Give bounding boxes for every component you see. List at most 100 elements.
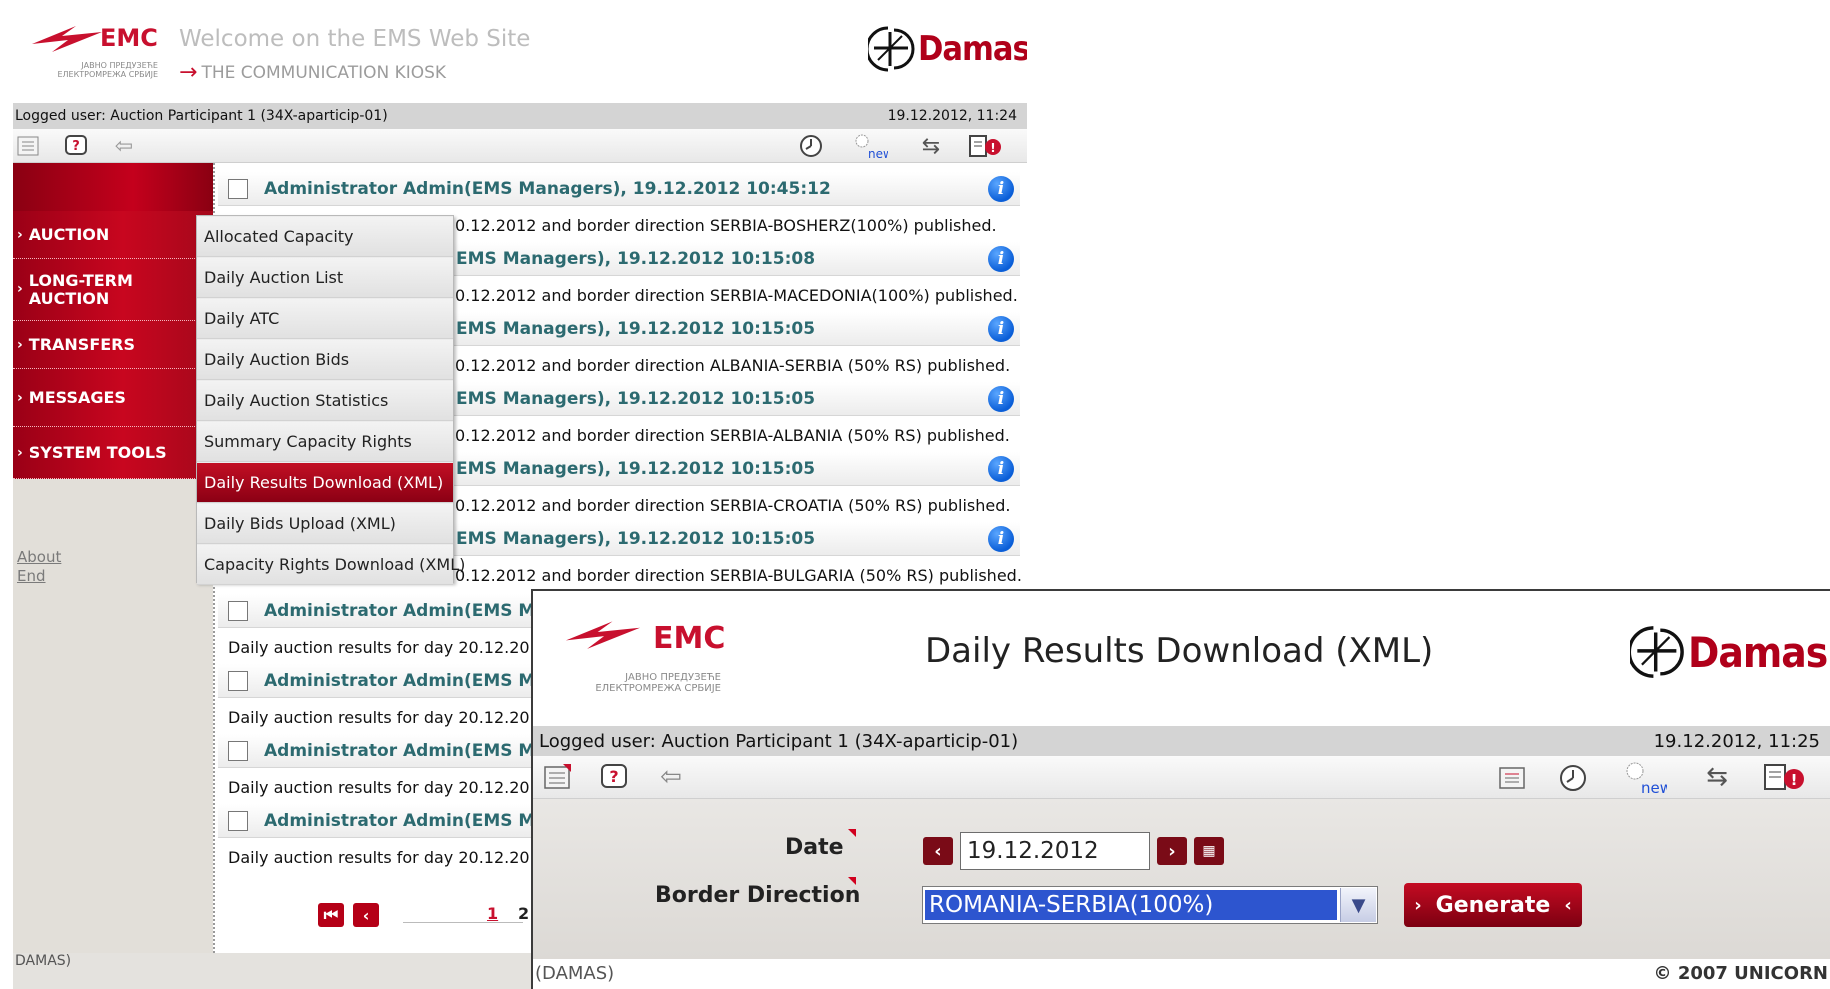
border-direction-selected: ROMANIA-SERBIA(100%) bbox=[925, 890, 1337, 920]
message-header[interactable]: Administrator Admin(EMS Managers), 19.12… bbox=[218, 172, 1020, 206]
message-checkbox[interactable] bbox=[228, 600, 248, 621]
transfer-icon[interactable]: ⇆ bbox=[1699, 762, 1735, 792]
sidebar-item-label: SYSTEM TOOLS bbox=[28, 443, 167, 462]
sidebar-item-messages[interactable]: › MESSAGES bbox=[13, 369, 213, 427]
info-icon[interactable]: i bbox=[988, 316, 1014, 342]
info-icon[interactable]: i bbox=[988, 246, 1014, 272]
message-checkbox[interactable] bbox=[228, 810, 248, 831]
chevron-right-icon: › bbox=[17, 444, 23, 461]
next-date-button[interactable]: › bbox=[1157, 837, 1187, 865]
welcome-title: Welcome on the EMS Web Site bbox=[179, 26, 531, 52]
lightning-icon bbox=[32, 26, 102, 52]
alert-document-icon[interactable]: ! bbox=[1761, 760, 1811, 796]
svg-text:new: new bbox=[868, 147, 888, 161]
page-title: Daily Results Download (XML) bbox=[925, 631, 1434, 671]
sidebar-item-long-term-auction[interactable]: › LONG-TERM AUCTION bbox=[13, 259, 213, 321]
chevron-down-icon[interactable]: ▼ bbox=[1340, 888, 1376, 922]
message-author: EMS Managers), 19.12.2012 10:15:05 bbox=[456, 458, 816, 479]
prev-page-button[interactable]: ‹ bbox=[353, 903, 379, 927]
damas-emblem-icon bbox=[1630, 626, 1684, 678]
svg-text:?: ? bbox=[609, 767, 618, 786]
message-body: 0.12.2012 and border direction SERBIA-BU… bbox=[455, 566, 1022, 585]
chevron-right-icon: › bbox=[17, 280, 23, 297]
emc-subtitle-line2: ЕЛЕКТРОМРЕЖА СРБИЈЕ bbox=[595, 683, 721, 694]
footer-left-text: (DAMAS) bbox=[535, 963, 615, 984]
menu-item-daily-results-download[interactable]: Daily Results Download (XML) bbox=[197, 463, 453, 503]
damas-brand-name: Damas bbox=[918, 29, 1027, 69]
sidebar: › AUCTION › LONG-TERM AUCTION › TRANSFERS ›… bbox=[13, 163, 213, 963]
sidebar-header bbox=[13, 163, 213, 211]
sidebar-item-label: MESSAGES bbox=[28, 388, 126, 407]
sidebar-item-transfers[interactable]: › TRANSFERS bbox=[13, 321, 213, 369]
emc-logo bbox=[561, 615, 645, 655]
message-body: 0.12.2012 and border direction SERBIA-CR… bbox=[455, 496, 1011, 515]
svg-text:!: ! bbox=[1791, 771, 1798, 789]
message-body: Daily auction results for day 20.12.2012 bbox=[228, 848, 550, 867]
page-1-link[interactable]: 1 bbox=[487, 904, 498, 923]
alert-document-icon[interactable]: ! bbox=[966, 132, 1006, 160]
clock-icon[interactable] bbox=[797, 133, 825, 159]
message-author: Administrator Admin(EMS Mar bbox=[264, 810, 556, 831]
required-marker bbox=[848, 829, 856, 837]
generate-label: Generate bbox=[1435, 892, 1551, 918]
required-marker bbox=[848, 877, 856, 885]
sidebar-item-auction[interactable]: › AUCTION bbox=[13, 211, 213, 259]
back-arrow-icon[interactable]: ⇦ bbox=[109, 134, 139, 159]
info-icon[interactable]: i bbox=[988, 386, 1014, 412]
damas-emblem-icon bbox=[868, 26, 915, 72]
emc-brand-name: EMC bbox=[100, 24, 158, 52]
message-body: 0.12.2012 and border direction SERBIA-AL… bbox=[455, 426, 1010, 445]
chevron-left-icon: ‹ bbox=[1564, 894, 1572, 916]
arrow-right-icon: → bbox=[179, 60, 198, 85]
sidebar-item-label: AUCTION bbox=[28, 225, 110, 244]
menu-item-daily-auction-statistics[interactable]: Daily Auction Statistics bbox=[197, 381, 453, 421]
about-link[interactable]: About bbox=[17, 548, 61, 566]
transfer-icon[interactable]: ⇆ bbox=[916, 134, 946, 159]
info-icon[interactable]: i bbox=[988, 456, 1014, 482]
list-icon[interactable] bbox=[15, 134, 41, 158]
sidebar-item-system-tools[interactable]: › SYSTEM TOOLS bbox=[13, 427, 213, 479]
download-window: EMC ЈАВНО ПРЕДУЗЕЋЕ ЕЛЕКТРОМРЕЖА СРБИЈЕ … bbox=[531, 589, 1830, 989]
menu-item-daily-bids-upload[interactable]: Daily Bids Upload (XML) bbox=[197, 504, 453, 544]
menu-item-capacity-rights-download[interactable]: Capacity Rights Download (XML) bbox=[197, 545, 465, 585]
info-icon[interactable]: i bbox=[988, 526, 1014, 552]
emc-subtitle-line2: ЕЛЕКТРОМРЕЖА СРБИЈЕ bbox=[57, 69, 158, 79]
menu-item-allocated-capacity[interactable]: Allocated Capacity bbox=[197, 217, 453, 257]
emc-brand-name: EMC bbox=[653, 621, 726, 656]
border-direction-select[interactable]: ROMANIA-SERBIA(100%) ▼ bbox=[922, 886, 1378, 924]
svg-text:new: new bbox=[1641, 779, 1667, 797]
message-author: Administrator Admin(EMS Mar bbox=[264, 600, 556, 621]
message-checkbox[interactable] bbox=[228, 670, 248, 691]
menu-item-daily-auction-list[interactable]: Daily Auction List bbox=[197, 258, 453, 298]
logged-user-text: Logged user: Auction Participant 1 (34X-… bbox=[539, 730, 1019, 752]
date-input[interactable]: 19.12.2012 bbox=[960, 832, 1150, 870]
menu-item-daily-auction-bids[interactable]: Daily Auction Bids bbox=[197, 340, 453, 380]
message-author: Administrator Admin(EMS Managers), 19.12… bbox=[264, 178, 831, 199]
calendar-icon[interactable]: ▦ bbox=[1194, 837, 1224, 865]
new-messages-icon[interactable]: new bbox=[848, 131, 888, 161]
menu-item-daily-atc[interactable]: Daily ATC bbox=[197, 299, 453, 339]
first-page-button[interactable]: ⏮ bbox=[318, 903, 344, 927]
list-icon[interactable] bbox=[541, 762, 573, 792]
help-icon[interactable]: ? bbox=[63, 133, 89, 159]
info-icon[interactable]: i bbox=[988, 176, 1014, 202]
sidebar-item-label: LONG-TERM AUCTION bbox=[28, 270, 133, 308]
page-2-link[interactable]: 2 bbox=[518, 904, 529, 923]
message-checkbox[interactable] bbox=[228, 178, 248, 199]
emc-logo bbox=[30, 20, 104, 58]
prev-date-button[interactable]: ‹ bbox=[923, 837, 953, 865]
clock-icon[interactable] bbox=[1557, 762, 1589, 794]
list-view-icon[interactable] bbox=[1496, 764, 1528, 792]
menu-item-summary-capacity-rights[interactable]: Summary Capacity Rights bbox=[197, 422, 453, 462]
end-link[interactable]: End bbox=[17, 567, 46, 585]
svg-text:!: ! bbox=[990, 141, 995, 155]
generate-button[interactable]: › Generate ‹ bbox=[1404, 883, 1582, 927]
help-icon[interactable]: ? bbox=[598, 761, 630, 793]
new-messages-icon[interactable]: new bbox=[1619, 759, 1667, 797]
footer-copyright: © 2007 UNICORN bbox=[1653, 963, 1828, 984]
chevron-right-icon: › bbox=[17, 336, 23, 353]
message-author: EMS Managers), 19.12.2012 10:15:05 bbox=[456, 318, 816, 339]
back-arrow-icon[interactable]: ⇦ bbox=[653, 762, 689, 792]
message-checkbox[interactable] bbox=[228, 740, 248, 761]
message-author: Administrator Admin(EMS Mar bbox=[264, 670, 556, 691]
